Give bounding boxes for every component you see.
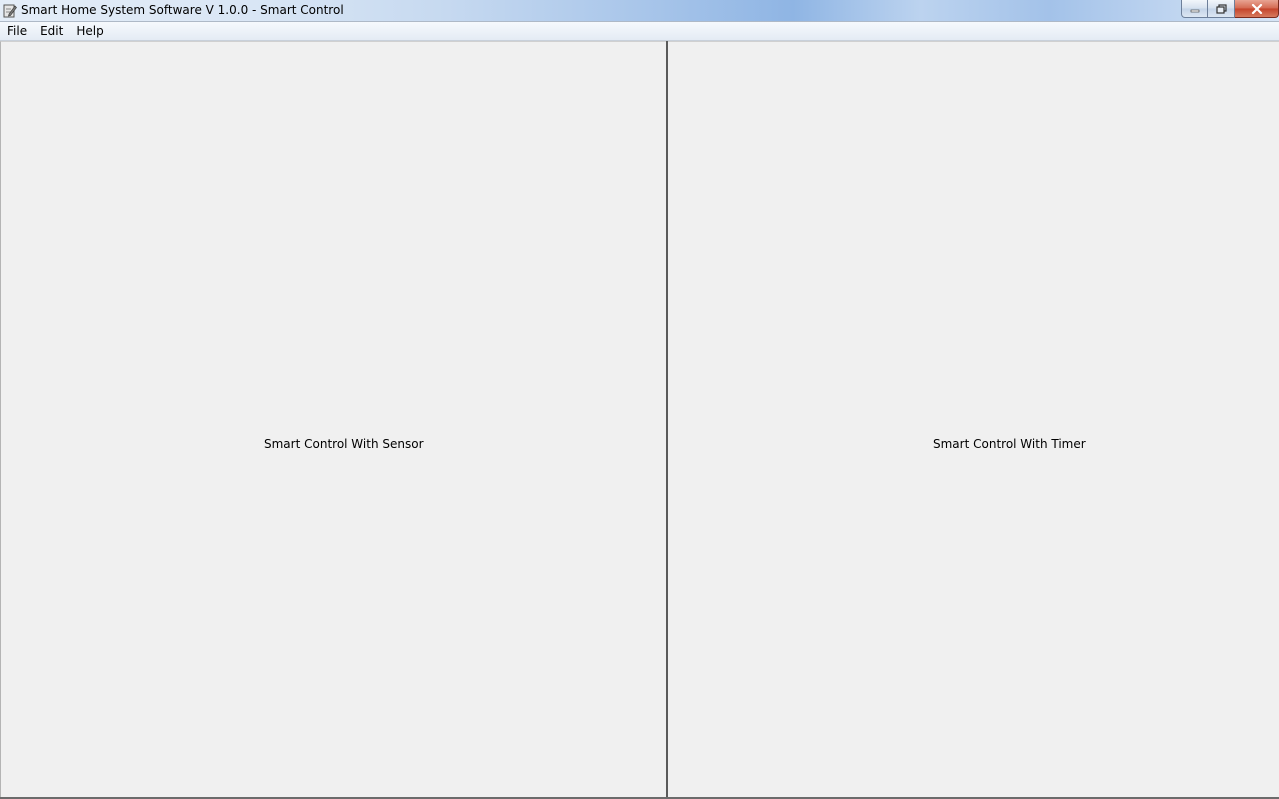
restore-icon: [1215, 3, 1227, 14]
sensor-panel-label: Smart Control With Sensor: [264, 437, 424, 451]
menu-edit[interactable]: Edit: [34, 22, 69, 40]
close-icon: [1251, 3, 1262, 14]
menu-help[interactable]: Help: [70, 22, 109, 40]
window-controls: [1181, 0, 1279, 18]
menu-file[interactable]: File: [1, 22, 33, 40]
minimize-icon: [1190, 9, 1199, 12]
panel-container: Smart Control With Sensor Smart Control …: [0, 41, 1279, 799]
app-window: Smart Home System Software V 1.0.0 - Sma…: [0, 0, 1279, 799]
window-title: Smart Home System Software V 1.0.0 - Sma…: [21, 3, 344, 17]
timer-control-panel[interactable]: Smart Control With Timer: [668, 41, 1279, 798]
close-button[interactable]: [1235, 0, 1279, 18]
title-bar[interactable]: Smart Home System Software V 1.0.0 - Sma…: [0, 0, 1279, 22]
minimize-button[interactable]: [1181, 0, 1208, 18]
restore-button[interactable]: [1208, 0, 1235, 18]
app-edit-icon: [3, 4, 17, 18]
timer-panel-label: Smart Control With Timer: [933, 437, 1086, 451]
menu-bar: File Edit Help: [0, 22, 1279, 41]
sensor-control-panel[interactable]: Smart Control With Sensor: [0, 41, 667, 798]
